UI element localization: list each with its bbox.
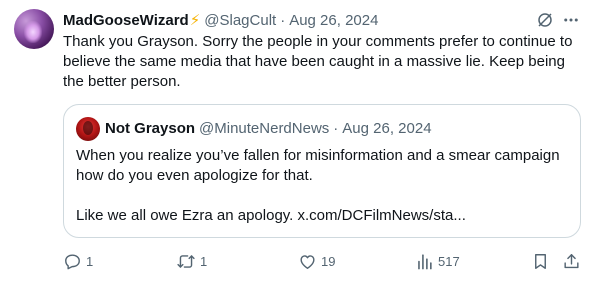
bookmark-button[interactable] xyxy=(531,250,550,272)
views-icon xyxy=(415,252,434,271)
quoted-header: Not Grayson @MinuteNerdNews · Aug 26, 20… xyxy=(105,118,432,138)
quoted-author-avatar xyxy=(76,117,100,141)
action-bar: 1 1 19 517 xyxy=(63,250,583,272)
meta-separator: · xyxy=(280,11,286,29)
repost-icon xyxy=(176,252,196,271)
quoted-separator: · xyxy=(333,119,339,137)
reply-count: 1 xyxy=(86,253,94,269)
repost-button[interactable]: 1 xyxy=(176,250,207,272)
quoted-text-line1: When you realize you’ve fallen for misin… xyxy=(76,147,560,184)
like-count: 19 xyxy=(321,253,336,269)
repost-count: 1 xyxy=(200,253,208,269)
quoted-date: Aug 26, 2024 xyxy=(342,119,432,137)
share-icon xyxy=(562,252,581,271)
author-badge: ⚡ xyxy=(189,12,201,29)
quoted-text-line2: Like we all owe Ezra an apology. x.com/D… xyxy=(76,207,466,224)
quoted-author-name: Not Grayson xyxy=(105,119,196,137)
views-count: 517 xyxy=(438,253,460,269)
post-date[interactable]: Aug 26, 2024 xyxy=(289,12,378,29)
post-header: MadGooseWizard ⚡ @SlagCult · Aug 26, 202… xyxy=(63,10,378,30)
quoted-handle: @MinuteNerdNews xyxy=(199,119,330,137)
author-avatar[interactable] xyxy=(14,9,54,49)
author-name[interactable]: MadGooseWizard xyxy=(63,12,189,29)
share-button[interactable] xyxy=(562,250,581,272)
views-button[interactable]: 517 xyxy=(415,250,460,272)
reply-button[interactable]: 1 xyxy=(63,250,93,272)
grok-icon[interactable] xyxy=(535,10,555,30)
reply-icon xyxy=(63,252,82,271)
quoted-post[interactable]: Not Grayson @MinuteNerdNews · Aug 26, 20… xyxy=(63,104,581,238)
more-icon[interactable] xyxy=(561,10,581,30)
quoted-text: When you realize you’ve fallen for misin… xyxy=(76,146,566,226)
author-handle[interactable]: @SlagCult xyxy=(204,12,276,29)
bookmark-icon xyxy=(531,252,550,271)
post-text: Thank you Grayson. Sorry the people in y… xyxy=(63,33,573,90)
like-button[interactable]: 19 xyxy=(298,250,335,272)
like-icon xyxy=(298,252,317,271)
